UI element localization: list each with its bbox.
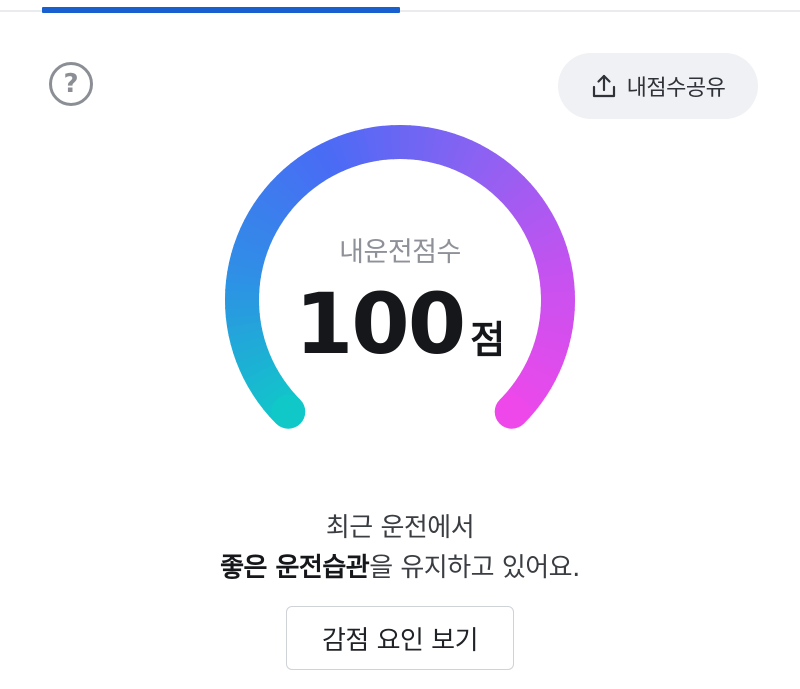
- gauge-fill-segment: [252, 375, 287, 403]
- gauge-fill-segment: [513, 376, 547, 405]
- share-score-button[interactable]: 내점수공유: [558, 53, 758, 119]
- gauge-fill-segment: [282, 162, 313, 196]
- gauge-fill-segment: [243, 362, 278, 388]
- score-unit: 점: [470, 318, 506, 362]
- gauge-fill-segment: [262, 387, 296, 418]
- gauge-fill-segment: [268, 393, 301, 424]
- gauge-fill-segment: [503, 388, 536, 419]
- gauge-fill-segment: [476, 153, 505, 187]
- gauge-fill-segment: [436, 130, 456, 167]
- gauge-fill-segment: [257, 381, 291, 411]
- gauge-fill-segment: [372, 125, 387, 161]
- gauge-fill-segment: [421, 127, 439, 163]
- gauge-fill-segment: [247, 369, 282, 396]
- gauge-fill-segment: [244, 210, 279, 237]
- gauge-fill-segment: [297, 152, 325, 187]
- gauge-fill-segment: [429, 128, 448, 165]
- active-tab-indicator: [42, 7, 400, 13]
- gauge-fill-segment: [248, 203, 283, 230]
- gauge-fill-segment: [269, 174, 302, 206]
- upload-icon: [592, 74, 615, 98]
- gauge-fill-segment: [457, 140, 482, 176]
- gauge-fill-segment: [513, 197, 548, 225]
- gauge-fill-segment: [509, 189, 543, 219]
- gauge-fill-segment: [470, 148, 497, 183]
- gauge-fill-segment: [517, 370, 552, 397]
- gauge-fill-segment: [264, 181, 297, 212]
- gauge-fill-segment: [345, 130, 366, 166]
- gauge-fill-segment: [504, 182, 538, 213]
- gauge-start-cap: [271, 394, 306, 429]
- gauge-fill-segment: [508, 382, 542, 412]
- gauge-fill-segment: [499, 394, 531, 424]
- score-display: 100 점: [0, 282, 800, 366]
- share-score-label: 내점수공유: [626, 76, 726, 101]
- gauge-fill-segment: [276, 168, 307, 201]
- gauge-fill-segment: [443, 133, 465, 169]
- question-mark-icon: ?: [63, 68, 79, 99]
- gauge-fill-segment: [499, 176, 532, 207]
- gauge-title: 내운전점수: [339, 237, 461, 268]
- gauge-fill-segment: [494, 169, 526, 202]
- gauge-fill-segment: [463, 144, 490, 179]
- gauge-fill-segment: [522, 212, 557, 238]
- score-message: 최근 운전에서 좋은 운전습관을 유지하고 있어요.: [0, 508, 800, 588]
- gauge-fill-segment: [414, 125, 430, 161]
- score-value: 100: [294, 275, 466, 373]
- gauge-fill-segment: [482, 158, 512, 192]
- gauge-fill-segment: [381, 125, 395, 160]
- gauge-fill-segment: [521, 363, 556, 390]
- gauge-fill-segment: [304, 147, 331, 182]
- gauge-fill-segment: [354, 128, 373, 164]
- gauge-fill-segment: [312, 143, 338, 178]
- gauge-fill-segment: [337, 133, 358, 169]
- gauge-fill-segment: [518, 204, 553, 231]
- gauge-end-cap: [494, 394, 529, 429]
- message-line-2: 좋은 운전습관을 유지하고 있어요.: [0, 548, 800, 588]
- gauge-fill-segment: [289, 157, 319, 191]
- gauge-fill-segment: [450, 136, 473, 172]
- message-line-1: 최근 운전에서: [325, 513, 475, 543]
- help-button[interactable]: ?: [49, 62, 93, 106]
- gauge-fill-segment: [488, 164, 519, 197]
- gauge-fill-segment: [407, 125, 421, 160]
- driving-score-screen: ? 내점수공유 내운전점수 100 점 최근 운전에서 좋은 운전습관을 유지하…: [0, 0, 800, 689]
- gauge-fill-segment: [363, 126, 380, 163]
- view-deduction-factors-button[interactable]: 감점 요인 보기: [286, 606, 514, 670]
- message-rest: 을 유지하고 있어요.: [369, 553, 580, 583]
- gauge-fill-segment: [328, 135, 351, 172]
- message-highlight: 좋은 운전습관: [220, 553, 370, 583]
- gauge-fill-segment: [258, 188, 292, 218]
- gauge-fill-segment: [253, 195, 287, 224]
- gauge-fill-segment: [320, 139, 345, 175]
